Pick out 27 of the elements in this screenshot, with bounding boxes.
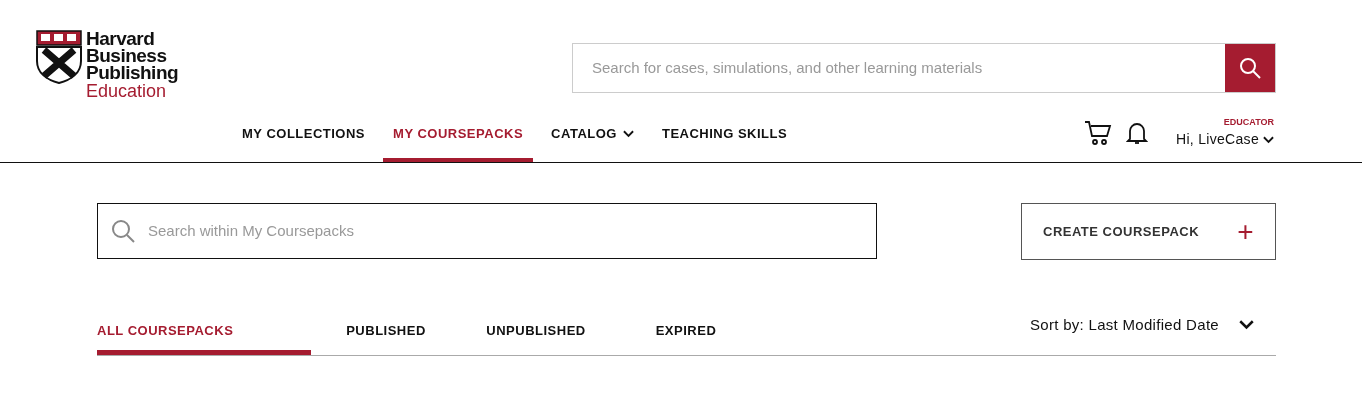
plus-icon: + [1237, 217, 1254, 246]
bell-icon[interactable] [1126, 120, 1149, 146]
search-icon [111, 219, 135, 243]
coursepack-search-bar[interactable]: Search within My Coursepacks [97, 203, 877, 259]
nav-link[interactable]: CATALOG [541, 110, 644, 162]
coursepack-search-field[interactable]: Search within My Coursepacks [148, 219, 863, 243]
nav-link[interactable]: MY COLLECTIONS [232, 110, 376, 162]
logo-text: Business [86, 47, 168, 64]
create-coursepack-button[interactable]: CREATE COURSEPACK + [1021, 203, 1276, 260]
chevron-down-icon [1239, 320, 1254, 331]
nav-link[interactable]: MY COURSEPACKS [383, 110, 534, 162]
chevron-down-icon [622, 130, 634, 138]
tab[interactable]: PUBLISHED [311, 310, 461, 355]
tab[interactable]: UNPUBLISHED [461, 310, 611, 355]
shield-logo-icon [36, 30, 82, 84]
tab[interactable]: EXPIRED [611, 310, 761, 355]
chevron-down-icon [1263, 135, 1274, 144]
search-icon [1239, 57, 1261, 79]
tab[interactable]: ALL COURSEPACKS [97, 310, 311, 355]
nav-link[interactable]: TEACHING SKILLS [651, 110, 798, 162]
search-button[interactable] [1225, 44, 1275, 92]
logo-text: Harvard [86, 30, 156, 47]
sort-dropdown[interactable]: Sort by: Last Modified Date [1029, 314, 1276, 337]
user-menu[interactable]: Hi, LiveCase [1176, 129, 1274, 151]
role-label: EDUCATOR [1223, 115, 1274, 129]
logo-subtitle: Education [86, 81, 167, 101]
cart-icon[interactable] [1084, 120, 1113, 146]
